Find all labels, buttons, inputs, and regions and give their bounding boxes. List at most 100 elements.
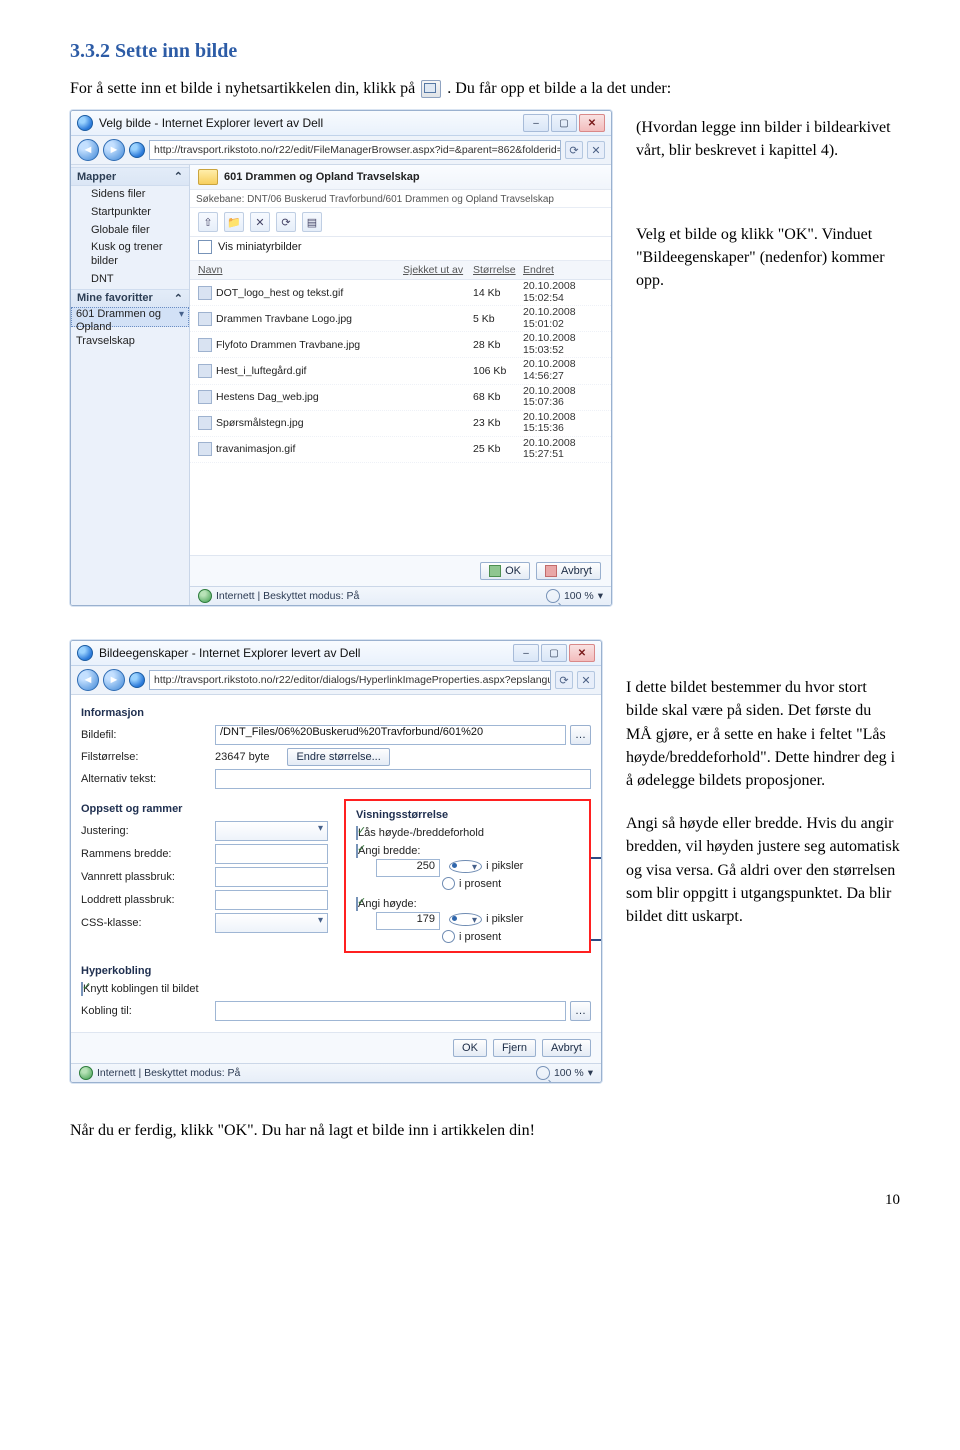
window-title: Bildeegenskaper - Internet Explorer leve…: [99, 646, 360, 660]
refresh-button[interactable]: ⟳: [555, 671, 573, 689]
label-justify: Justering:: [81, 825, 211, 837]
back-button[interactable]: ◄: [77, 669, 99, 691]
side-note-2: Velg et bilde og klikk "OK". Vinduet "Bi…: [636, 223, 900, 293]
image-properties-dialog: Bildeegenskaper - Internet Explorer leve…: [70, 640, 602, 1083]
resize-button[interactable]: Endre størrelse...: [287, 748, 389, 766]
maximize-button[interactable]: ▢: [541, 644, 567, 662]
checkbox-width[interactable]: [356, 844, 358, 858]
label-hspace: Vannrett plassbruk:: [81, 871, 211, 883]
file-row[interactable]: Drammen Travbane Logo.jpg5 Kb20.10.20081…: [190, 306, 611, 332]
alt-text-field[interactable]: [215, 769, 591, 789]
sidebar-item[interactable]: Sidens filer: [71, 186, 189, 204]
folder-sidebar: Mapper ⌃ Sidens filer Startpunkter Globa…: [71, 165, 190, 605]
file-icon: [198, 416, 212, 430]
sidebar-item[interactable]: Startpunkter: [71, 204, 189, 222]
sidebar-item-selected[interactable]: 601 Drammen og Opland Travselskap: [71, 307, 189, 327]
file-icon: [198, 312, 212, 326]
upload-icon[interactable]: ⇧: [198, 212, 218, 232]
file-row[interactable]: travanimasjon.gif25 Kb20.10.200815:27:51: [190, 437, 611, 463]
file-row[interactable]: Hest_i_luftegård.gif106 Kb20.10.200814:5…: [190, 358, 611, 384]
label-border: Rammens bredde:: [81, 848, 211, 860]
file-path-field[interactable]: /DNT_Files/06%20Buskerud%20Travforbund/6…: [215, 725, 566, 745]
radio-px-w[interactable]: [449, 860, 482, 873]
cancel-button[interactable]: Avbryt: [536, 562, 601, 580]
section-heading: 3.3.2 Sette inn bilde: [70, 40, 900, 63]
sidebar-section-folders[interactable]: Mapper ⌃: [71, 167, 189, 186]
group-display-size: Visningsstørrelse: [356, 809, 579, 821]
filesize-value: 23647 byte: [215, 751, 269, 763]
group-info: Informasjon: [81, 707, 591, 719]
refresh-button[interactable]: ⟳: [565, 141, 583, 159]
stop-button[interactable]: ✕: [587, 141, 605, 159]
checkbox-lock-ratio[interactable]: [356, 826, 358, 840]
back-button[interactable]: ◄: [77, 139, 99, 161]
checkbox-height[interactable]: [356, 897, 358, 911]
intro-para: For å sette inn et bilde i nyhetsartikke…: [70, 77, 900, 100]
address-bar: ◄ ► http://travsport.rikstoto.no/r22/edi…: [71, 666, 601, 695]
sidebar-item[interactable]: Globale filer: [71, 222, 189, 240]
maximize-button[interactable]: ▢: [551, 114, 577, 132]
file-icon: [198, 286, 212, 300]
sidebar-section-favorites[interactable]: Mine favoritter ⌃: [71, 289, 189, 308]
radio-pct-w[interactable]: [442, 877, 455, 890]
zoom-icon: [536, 1066, 550, 1080]
radio-px-h[interactable]: [449, 913, 482, 926]
browse-target-button[interactable]: …: [570, 1001, 591, 1021]
file-row[interactable]: DOT_logo_hest og tekst.gif14 Kb20.10.200…: [190, 280, 611, 306]
collapse-icon: ⌃: [174, 292, 183, 305]
thumbnail-toggle[interactable]: Vis miniatyrbilder: [190, 237, 611, 261]
forward-button[interactable]: ►: [103, 669, 125, 691]
favicon-icon: [129, 142, 145, 158]
url-field[interactable]: http://travsport.rikstoto.no/r22/editor/…: [149, 670, 551, 690]
side-text-2b: Angi så høyde eller bredde. Hvis du angi…: [626, 812, 900, 928]
group-hyperlink: Hyperkobling: [81, 965, 591, 977]
minimize-button[interactable]: –: [513, 644, 539, 662]
css-class-select[interactable]: [215, 913, 328, 933]
checkbox-link-image[interactable]: [81, 982, 83, 996]
delete-icon[interactable]: ✕: [250, 212, 270, 232]
file-row[interactable]: Flyfoto Drammen Travbane.jpg28 Kb20.10.2…: [190, 332, 611, 358]
side-text-2a: I dette bildet bestemmer du hvor stort b…: [626, 676, 900, 792]
vspace-field[interactable]: [215, 890, 328, 910]
justify-select[interactable]: [215, 821, 328, 841]
border-field[interactable]: [215, 844, 328, 864]
forward-button[interactable]: ►: [103, 139, 125, 161]
close-button[interactable]: ✕: [579, 114, 605, 132]
clear-button[interactable]: Fjern: [493, 1039, 536, 1057]
minimize-button[interactable]: –: [523, 114, 549, 132]
file-icon: [198, 442, 212, 456]
x-icon: [545, 565, 557, 577]
stop-button[interactable]: ✕: [577, 671, 595, 689]
width-field[interactable]: 250: [376, 859, 440, 877]
ok-button[interactable]: OK: [480, 562, 530, 580]
refresh-icon[interactable]: ⟳: [276, 212, 296, 232]
ok-button[interactable]: OK: [453, 1039, 487, 1057]
sidebar-item[interactable]: DNT: [71, 271, 189, 289]
checkbox-thumbnails[interactable]: [198, 240, 212, 254]
browse-button[interactable]: …: [570, 725, 591, 745]
folder-title: 601 Drammen og Opland Travselskap: [224, 171, 420, 183]
new-folder-icon[interactable]: 📁: [224, 212, 244, 232]
radio-pct-h[interactable]: [442, 930, 455, 943]
favicon-icon: [129, 672, 145, 688]
sidebar-item[interactable]: Kusk og trener bilder: [71, 239, 189, 271]
hspace-field[interactable]: [215, 867, 328, 887]
cancel-button[interactable]: Avbryt: [542, 1039, 591, 1057]
title-bar: Bildeegenskaper - Internet Explorer leve…: [71, 641, 601, 666]
close-button[interactable]: ✕: [569, 644, 595, 662]
file-row[interactable]: Hestens Dag_web.jpg68 Kb20.10.200815:07:…: [190, 385, 611, 411]
side-note-1: (Hvordan legge inn bilder i bildearkivet…: [636, 116, 900, 162]
height-field[interactable]: 179: [376, 912, 440, 930]
target-field[interactable]: [215, 1001, 566, 1021]
file-toolbar: ⇧ 📁 ✕ ⟳ ▤: [190, 208, 611, 237]
file-row[interactable]: Spørsmålstegn.jpg23 Kb20.10.200815:15:36: [190, 411, 611, 437]
address-bar: ◄ ► http://travsport.rikstoto.no/r22/edi…: [71, 136, 611, 165]
closing-text: Når du er ferdig, klikk "OK". Du har nå …: [70, 1119, 900, 1142]
file-icon: [198, 390, 212, 404]
view-icon[interactable]: ▤: [302, 212, 322, 232]
file-list: DOT_logo_hest og tekst.gif14 Kb20.10.200…: [190, 280, 611, 463]
dialog-footer: OK Fjern Avbryt: [71, 1032, 601, 1063]
url-field[interactable]: http://travsport.rikstoto.no/r22/edit/Fi…: [149, 140, 561, 160]
label-vspace: Loddrett plassbruk:: [81, 894, 211, 906]
label-alt: Alternativ tekst:: [81, 773, 211, 785]
